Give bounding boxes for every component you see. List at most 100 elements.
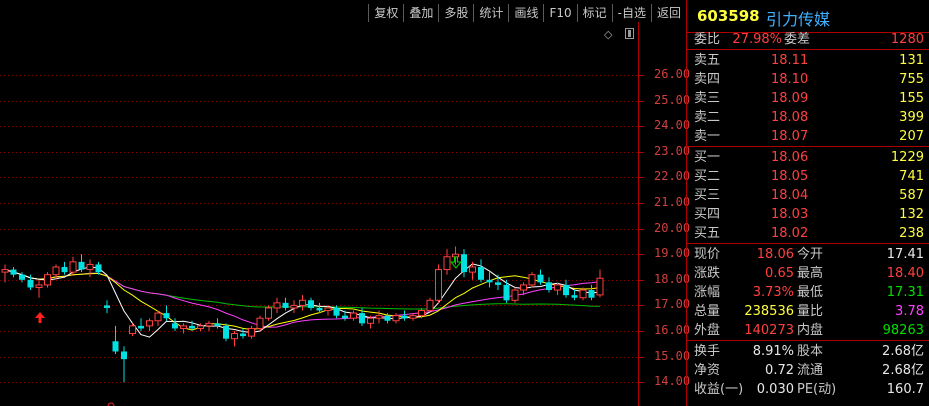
stat-value: 0.65 [765, 266, 794, 281]
diamond-icon[interactable]: ◇ [604, 28, 612, 41]
y-tick-label: 17.00 [654, 297, 691, 312]
fund-value: 0.72 [765, 363, 794, 378]
quote-panel: 603598 引力传媒 委比 27.98% 委差 1280 卖五 18.11 131 卖四 18… [686, 0, 929, 406]
candle-body [112, 341, 119, 352]
bid-price: 18.02 [771, 226, 809, 241]
candle-body [308, 300, 314, 308]
stat-label: 最高 [797, 266, 824, 281]
candle-body [588, 290, 595, 298]
stat-value: 238536 [744, 304, 794, 319]
y-tick-label: 15.00 [654, 348, 691, 363]
candle-body [86, 263, 94, 271]
stat-value: 3.73% [752, 285, 794, 300]
toolbar-button-1[interactable]: 叠加 [403, 4, 438, 22]
bid-volume: 132 [899, 207, 924, 222]
stat-row: 总量 238536 量比 3.78 [687, 302, 929, 321]
y-tick-mark [638, 382, 644, 383]
stat-label: 涨幅 [694, 285, 721, 300]
stat-value: 17.41 [886, 247, 924, 262]
stat-value: 98263 [882, 323, 924, 338]
candle-body [69, 261, 77, 273]
scroll-toggle-icon[interactable] [625, 28, 634, 39]
bid-row: 买五 18.02 238 [687, 224, 929, 243]
weibi-label: 委比 [694, 32, 721, 47]
candle-body [342, 315, 348, 319]
toolbar-button-0[interactable]: 复权 [368, 4, 403, 22]
candle-body [537, 274, 544, 283]
candle-body [265, 307, 272, 319]
candle-body [52, 266, 60, 276]
toolbar-button-3[interactable]: 统计 [473, 4, 508, 22]
ask-price: 18.09 [771, 91, 809, 106]
candle-body [256, 317, 264, 329]
candle-body [214, 323, 221, 326]
candle-body [248, 327, 255, 337]
bid-volume: 741 [899, 169, 924, 184]
candle-body [401, 315, 408, 319]
candle-body [375, 315, 383, 319]
candle-body [299, 299, 306, 306]
ask-label: 卖三 [694, 91, 721, 106]
candle-body [486, 279, 493, 283]
candle-body [189, 325, 195, 329]
candle-body [359, 313, 365, 324]
y-tick-label: 25.00 [654, 92, 691, 107]
y-tick-mark [638, 331, 644, 332]
toolbar-button-7[interactable]: -自选 [611, 4, 651, 22]
stock-code: 603598 [697, 7, 760, 25]
ask-price: 18.10 [771, 72, 809, 87]
ask-row: 卖三 18.09 155 [687, 89, 929, 108]
ask-volume: 131 [899, 53, 924, 68]
toolbar-button-5[interactable]: F10 [543, 4, 576, 22]
chart-toolbar: 复权 叠加 多股 统计 画线 F10 标记 -自选 返回 [368, 4, 686, 22]
candle-body [461, 254, 467, 273]
bid-label: 买二 [694, 169, 721, 184]
weicha-value: 1280 [890, 32, 924, 47]
stock-name: 引力传媒 [766, 10, 831, 29]
stat-row: 涨跌 0.65 最高 18.40 [687, 264, 929, 283]
y-tick-label: 26.00 [654, 67, 691, 81]
ask-volume: 155 [899, 91, 924, 106]
bid-row: 买三 18.04 587 [687, 186, 929, 205]
candle-body [121, 351, 127, 360]
ask-row: 卖五 18.11 131 [687, 51, 929, 70]
weibi-value: 27.98% [732, 32, 782, 47]
toolbar-button-6[interactable]: 标记 [576, 4, 612, 22]
toolbar-button-2[interactable]: 多股 [438, 4, 473, 22]
stat-label: 今开 [797, 247, 824, 262]
bid-label: 买一 [694, 150, 721, 165]
candle-body [197, 325, 204, 329]
y-tick-mark [638, 126, 644, 127]
candle-body [19, 274, 25, 280]
toolbar-button-4[interactable]: 画线 [508, 4, 543, 22]
ask-volume: 755 [899, 72, 924, 87]
y-tick-label: 16.00 [654, 323, 691, 337]
candle-body [180, 325, 187, 329]
candle-body [520, 284, 527, 291]
kline-chart-area[interactable]: 26.00 25.00 24.00 23.00 22.00 21.00 20.00 19.00… [0, 0, 690, 406]
ask-row: 卖四 18.10 755 [687, 70, 929, 89]
ask-label: 卖四 [694, 72, 721, 87]
candle-body [273, 302, 281, 309]
candle-body [571, 295, 578, 298]
y-tick-label: 22.00 [654, 169, 691, 184]
y-tick-label: 19.00 [654, 246, 691, 261]
stat-label: 量比 [797, 304, 824, 319]
price-chart-svg[interactable] [0, 0, 640, 406]
candle-body [384, 315, 391, 321]
fund-value: 160.7 [886, 382, 924, 397]
ask-label: 卖二 [694, 110, 721, 125]
candle-body [240, 333, 246, 337]
fund-label: 换手 [694, 344, 721, 359]
candle-body [495, 282, 501, 285]
ask-row: 卖二 18.08 399 [687, 108, 929, 127]
stat-row: 涨幅 3.73% 最低 17.31 [687, 283, 929, 302]
candle-body [426, 299, 434, 312]
candle-body [27, 279, 34, 288]
candle-body [146, 320, 153, 327]
candle-body [172, 323, 178, 329]
candle-body [478, 267, 484, 280]
candle-body [104, 305, 110, 308]
candle-body [1, 269, 9, 273]
toolbar-button-8[interactable]: 返回 [650, 4, 686, 22]
